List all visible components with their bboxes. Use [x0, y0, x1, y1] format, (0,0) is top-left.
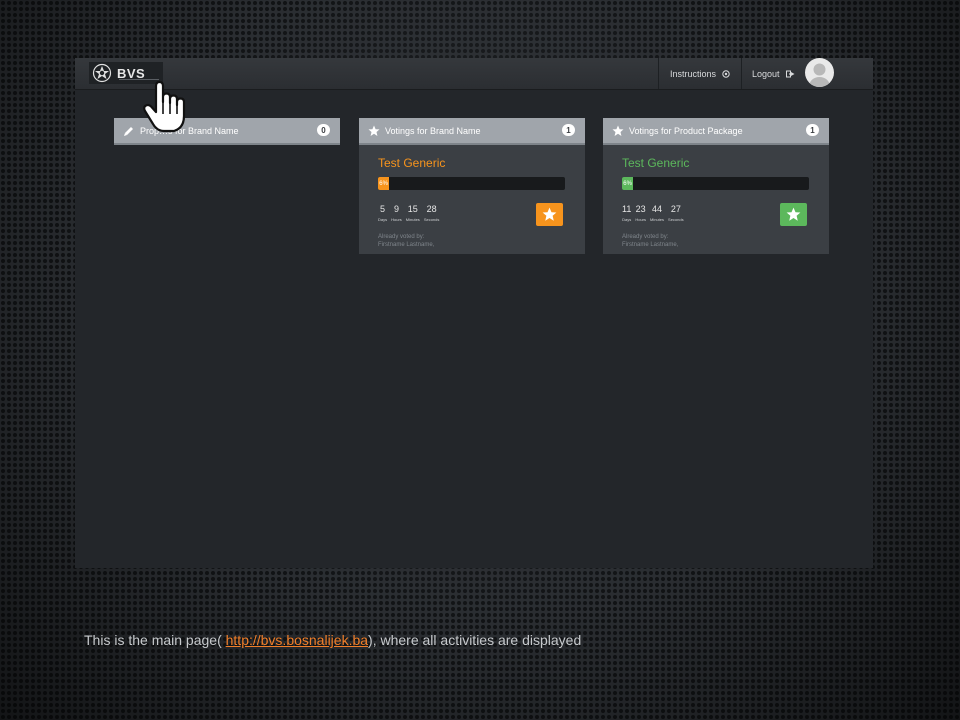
- timer-hours: 9 Hours: [391, 204, 402, 222]
- voting-item-title[interactable]: Test Generic: [622, 156, 689, 170]
- pencil-icon: [124, 126, 133, 136]
- voting-item: Test Generic 6% 5 Days 9 Hours 15 Minutes 2…: [359, 145, 585, 254]
- vote-button[interactable]: [536, 203, 563, 226]
- voted-by: Already voted by: Firstname Lastname,: [378, 233, 434, 249]
- countdown-timer: 11 Days 23 Hours 44 Minutes 27 Seconds: [622, 204, 688, 222]
- product-package-voting-card: Votings for Product Package 1 Test Gener…: [603, 118, 829, 254]
- caption-prefix: This is the main page(: [84, 632, 226, 648]
- card-title: Votings for Product Package: [629, 125, 743, 136]
- timer-seconds: 28 Seconds: [423, 204, 440, 222]
- logout-icon: [785, 70, 795, 77]
- voted-by: Already voted by: Firstname Lastname,: [622, 233, 678, 249]
- countdown-timer: 5 Days 9 Hours 15 Minutes 28 Seconds: [378, 204, 443, 222]
- vote-button[interactable]: [780, 203, 807, 226]
- voted-by-label: Already voted by:: [622, 234, 669, 240]
- star-icon: [542, 207, 557, 221]
- top-navbar: BVS Instructions Logout: [75, 58, 873, 90]
- brand-name-voting-card: Votings for Brand Name 1 Test Generic 6%…: [359, 118, 585, 254]
- info-circle-icon: [722, 69, 730, 78]
- timer-minutes: 15 Minutes: [405, 204, 420, 222]
- star-icon: [786, 207, 801, 221]
- app-window: BVS Instructions Logout Prop…s for Brand…: [75, 58, 873, 568]
- card-title: Votings for Brand Name: [385, 125, 481, 136]
- logo-icon: [92, 63, 112, 83]
- card-header[interactable]: Votings for Brand Name 1: [359, 118, 585, 145]
- progress-fill: 6%: [378, 177, 390, 190]
- logout-label: Logout: [752, 68, 780, 79]
- nav-divider: [658, 58, 659, 89]
- timer-hours: 23 Hours: [635, 204, 647, 222]
- count-badge: 1: [562, 124, 575, 136]
- count-badge: 0: [317, 124, 330, 136]
- instructions-link[interactable]: Instructions: [670, 58, 730, 89]
- progress-fill: 6%: [622, 177, 634, 190]
- count-badge: 1: [806, 124, 819, 136]
- instructions-label: Instructions: [670, 68, 717, 79]
- slide-caption: This is the main page( http://bvs.bosnal…: [84, 632, 581, 648]
- voted-by-names: Firstname Lastname,: [378, 242, 435, 248]
- timer-days: 5 Days: [378, 204, 388, 222]
- star-icon: [368, 125, 380, 136]
- hand-pointer-cursor-icon: [143, 80, 186, 133]
- nav-divider: [741, 58, 742, 89]
- user-avatar[interactable]: [805, 58, 834, 87]
- star-icon: [612, 125, 624, 136]
- voted-by-label: Already voted by:: [378, 234, 425, 240]
- timer-seconds: 27 Seconds: [668, 204, 684, 222]
- timer-minutes: 44 Minutes: [650, 204, 665, 222]
- voted-by-names: Firstname Lastname,: [622, 242, 679, 248]
- progress-bar: 6%: [622, 177, 809, 190]
- main-page-link[interactable]: http://bvs.bosnalijek.ba: [226, 632, 368, 648]
- progress-bar: 6%: [378, 177, 565, 190]
- timer-days: 11 Days: [622, 204, 632, 222]
- voting-item-title[interactable]: Test Generic: [378, 156, 445, 170]
- logout-link[interactable]: Logout: [752, 58, 795, 89]
- caption-suffix: ), where all activities are displayed: [368, 632, 582, 648]
- card-header[interactable]: Votings for Product Package 1: [603, 118, 829, 145]
- user-silhouette-icon: [809, 63, 830, 87]
- voting-item: Test Generic 6% 11 Days 23 Hours 44 Minutes…: [603, 145, 829, 254]
